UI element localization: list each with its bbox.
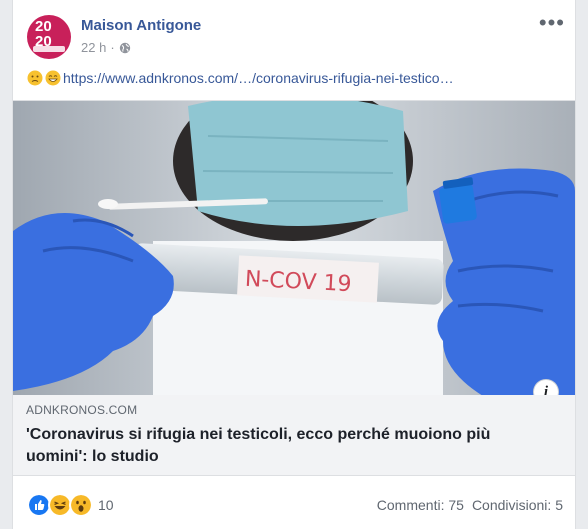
grinning-face-icon xyxy=(45,70,61,86)
wow-reaction-icon xyxy=(69,493,93,517)
page-name-link[interactable]: Maison Antigone xyxy=(81,17,201,34)
slightly-frowning-face-icon xyxy=(27,70,43,86)
page-avatar[interactable]: 20 20 xyxy=(27,15,71,59)
meta-separator: · xyxy=(110,40,115,55)
post-text: https://www.adnkronos.com/…/coronavirus-… xyxy=(27,70,454,86)
globe-icon[interactable] xyxy=(119,42,131,54)
reaction-count: 10 xyxy=(98,497,114,513)
post-card: 20 20 Maison Antigone 22 h · ••• https:/… xyxy=(12,0,576,529)
avatar-year-top: 20 xyxy=(35,18,52,35)
link-domain: ADNKRONOS.COM xyxy=(26,403,138,417)
article-link[interactable]: https://www.adnkronos.com/…/coronavirus-… xyxy=(63,70,454,86)
more-options-button[interactable]: ••• xyxy=(539,12,565,34)
avatar-logo-strip xyxy=(33,46,65,52)
article-image[interactable]: N-COV 19 xyxy=(13,100,575,396)
comments-count-link[interactable]: Commenti: 75 xyxy=(377,497,464,513)
engagement-stats: Commenti: 75 Condivisioni: 5 xyxy=(377,497,563,513)
reactions-summary[interactable]: 10 xyxy=(27,493,114,517)
link-preview[interactable]: ADNKRONOS.COM 'Coronavirus si rifugia ne… xyxy=(13,395,575,476)
post-meta: 22 h · xyxy=(81,40,131,55)
post-timestamp[interactable]: 22 h xyxy=(81,40,106,55)
article-photo: N-COV 19 xyxy=(13,101,575,396)
link-headline[interactable]: 'Coronavirus si rifugia nei testicoli, e… xyxy=(26,424,556,468)
shares-count-link[interactable]: Condivisioni: 5 xyxy=(472,497,563,513)
